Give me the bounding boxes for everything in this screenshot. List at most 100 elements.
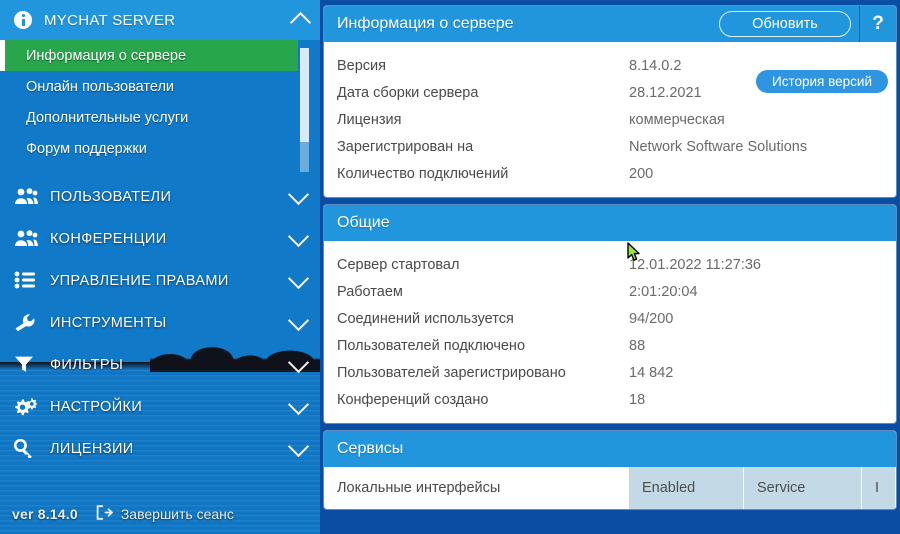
sidebar-header-mychat-server[interactable]: MYCHAT SERVER — [0, 0, 320, 40]
row-value: 200 — [629, 165, 654, 182]
version-history-button[interactable]: История версий — [756, 70, 888, 93]
row-value: 28.12.2021 — [629, 84, 702, 101]
chevron-down-icon[interactable] — [287, 393, 310, 416]
row-key: Лицензия — [337, 111, 402, 128]
help-button[interactable]: ? — [860, 6, 896, 42]
table-row: Конференций создано 18 — [324, 386, 896, 413]
table-row: Пользователей подключено 88 — [324, 332, 896, 359]
funnel-icon — [14, 355, 38, 375]
logout-label: Завершить сеанс — [120, 506, 234, 522]
column-header-enabled[interactable]: Enabled — [629, 467, 744, 509]
table-row: Локальные интерфейсы Enabled Service I — [324, 467, 896, 509]
sidebar-group-users[interactable]: ПОЛЬЗОВАТЕЛИ — [0, 176, 320, 218]
chevron-down-icon[interactable] — [287, 225, 310, 248]
mychat-server-admin-window: MYCHAT SERVER Информация о сервере Онлай… — [0, 0, 900, 534]
sidebar-group-label: ИНСТРУМЕНТЫ — [50, 315, 167, 331]
sidebar-group-tools[interactable]: ИНСТРУМЕНТЫ — [0, 302, 320, 344]
users-group-icon — [14, 187, 38, 207]
panel-server-info-body: Версия 8.14.0.2 Дата сборки сервера 28.1… — [324, 42, 896, 197]
table-row: Зарегистрирован на Network Software Solu… — [324, 133, 896, 160]
row-key: Сервер стартовал — [337, 256, 460, 273]
sidebar-item-server-info[interactable]: Информация о сервере — [0, 40, 298, 71]
table-row: Соединений используется 94/200 — [324, 305, 896, 332]
sidebar-group-label: ЛИЦЕНЗИИ — [50, 441, 134, 457]
row-key: Пользователей подключено — [337, 337, 526, 354]
row-key: Соединений используется — [337, 310, 514, 327]
page-title: Информация о сервере — [337, 15, 514, 32]
panel-server-info: Информация о сервере Обновить ? Версия 8… — [324, 6, 896, 197]
sidebar-item-online-users[interactable]: Онлайн пользователи — [0, 71, 320, 102]
row-key: Работаем — [337, 283, 403, 300]
row-key: Конференций создано — [337, 391, 489, 408]
panel-server-info-header: Информация о сервере Обновить ? — [324, 6, 896, 42]
sidebar-item-additional-services[interactable]: Дополнительные услуги — [0, 102, 320, 133]
chevron-down-icon[interactable] — [287, 309, 310, 332]
info-circle-icon — [14, 11, 32, 29]
panel-general-header: Общие — [324, 205, 896, 241]
sidebar-group-label: УПРАВЛЕНИЕ ПРАВАМИ — [50, 273, 229, 289]
sidebar-group-label: ПОЛЬЗОВАТЕЛИ — [50, 189, 172, 205]
sidebar-item-label: Информация о сервере — [26, 47, 187, 64]
row-value: 88 — [629, 337, 646, 354]
sidebar-item-support-forum[interactable]: Форум поддержки — [0, 133, 320, 164]
version-label: ver 8.14.0 — [12, 506, 78, 522]
sidebar-group-label: ФИЛЬТРЫ — [50, 357, 124, 373]
panel-general: Общие Сервер стартовал 12.01.2022 11:27:… — [324, 205, 896, 423]
sidebar-group-label: КОНФЕРЕНЦИИ — [50, 231, 167, 247]
chevron-down-icon[interactable] — [287, 435, 310, 458]
panel-services: Сервисы Локальные интерфейсы Enabled Ser… — [324, 431, 896, 509]
column-header-service[interactable]: Service — [744, 467, 862, 509]
row-value: 12.01.2022 11:27:36 — [629, 256, 761, 273]
sidebar-item-label: Форум поддержки — [26, 140, 147, 157]
logout-button[interactable]: Завершить сеанс — [96, 505, 234, 523]
panel-general-title: Общие — [337, 214, 390, 231]
sidebar-group-filters[interactable]: ФИЛЬТРЫ — [0, 344, 320, 386]
table-row: Количество подключений 200 — [324, 160, 896, 187]
table-row: Лицензия коммерческая — [324, 106, 896, 133]
table-row: Работаем 2:01:20:04 — [324, 278, 896, 305]
panel-services-title: Сервисы — [337, 440, 404, 457]
refresh-button[interactable]: Обновить — [719, 11, 851, 37]
row-value: 18 — [629, 391, 646, 408]
header-divider — [859, 6, 860, 42]
sidebar-item-label: Онлайн пользователи — [26, 78, 175, 95]
users-group-icon — [14, 229, 38, 249]
row-value: коммерческая — [629, 111, 725, 128]
sidebar-group-licenses[interactable]: ЛИЦЕНЗИИ — [0, 428, 320, 470]
sidebar-group-settings[interactable]: НАСТРОЙКИ — [0, 386, 320, 428]
chevron-down-icon[interactable] — [287, 183, 310, 206]
chevron-up-icon[interactable] — [289, 11, 312, 34]
panel-services-body: Локальные интерфейсы Enabled Service I — [324, 467, 896, 509]
row-key: Количество подключений — [337, 165, 509, 182]
row-key: Локальные интерфейсы — [337, 480, 501, 496]
row-value: 2:01:20:04 — [629, 283, 698, 300]
row-value: 94/200 — [629, 310, 674, 327]
sidebar-header-label: MYCHAT SERVER — [44, 11, 176, 29]
services-table-header: Enabled Service I — [629, 467, 896, 509]
key-icon — [14, 439, 38, 459]
gears-icon — [14, 397, 38, 417]
chevron-down-icon[interactable] — [287, 267, 310, 290]
table-row: Сервер стартовал 12.01.2022 11:27:36 — [324, 251, 896, 278]
row-key: Зарегистрирован на — [337, 138, 474, 155]
row-key: Версия — [337, 57, 387, 74]
sidebar-scrollbar-thumb[interactable] — [300, 48, 309, 142]
sidebar-item-label: Дополнительные услуги — [26, 109, 189, 126]
list-icon — [14, 271, 38, 291]
row-key: Пользователей зарегистрировано — [337, 364, 566, 381]
column-header-i[interactable]: I — [862, 467, 896, 509]
row-value: Network Software Solutions — [629, 138, 808, 155]
logout-icon — [96, 505, 113, 523]
sidebar-group-conferences[interactable]: КОНФЕРЕНЦИИ — [0, 218, 320, 260]
panel-general-body: Сервер стартовал 12.01.2022 11:27:36 Раб… — [324, 241, 896, 423]
wrench-icon — [14, 313, 38, 333]
row-value: 8.14.0.2 — [629, 57, 682, 74]
sidebar: MYCHAT SERVER Информация о сервере Онлай… — [0, 0, 320, 534]
main-content: Информация о сервере Обновить ? Версия 8… — [320, 0, 900, 534]
sidebar-footer: ver 8.14.0 Завершить сеанс — [0, 494, 320, 534]
row-key: Дата сборки сервера — [337, 84, 479, 101]
chevron-down-icon[interactable] — [287, 351, 310, 374]
panel-services-header: Сервисы — [324, 431, 896, 467]
row-value: 14 842 — [629, 364, 674, 381]
sidebar-group-rights-management[interactable]: УПРАВЛЕНИЕ ПРАВАМИ — [0, 260, 320, 302]
